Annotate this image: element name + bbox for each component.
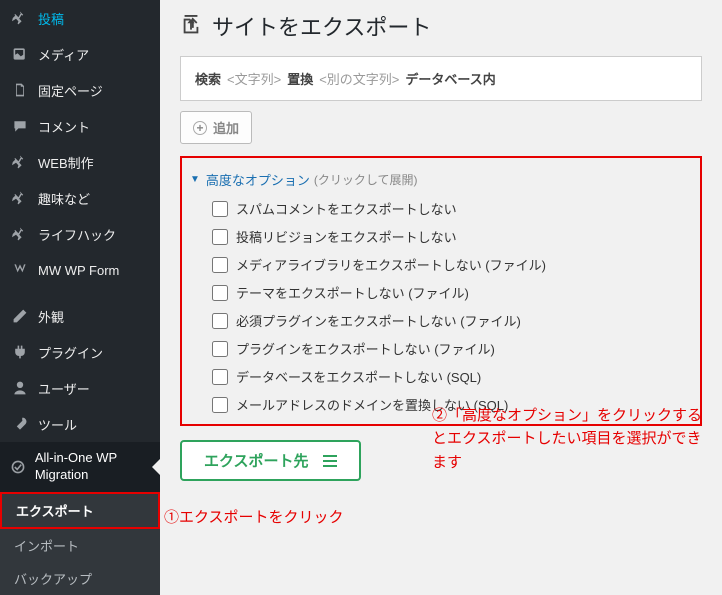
opt-post-revisions[interactable]: 投稿リビジョンをエクスポートしない	[212, 227, 688, 246]
in-db-label: データベース内	[405, 69, 495, 88]
sidebar-item-label: コメント	[38, 117, 90, 136]
sidebar-item-mwwpform[interactable]: MW WP Form	[0, 252, 160, 288]
find-placeholder[interactable]: <文字列>	[227, 69, 281, 88]
export-icon	[180, 15, 202, 37]
sidebar-item-label: メディア	[38, 45, 89, 64]
export-to-label: エクスポート先	[204, 450, 309, 471]
opt-checkbox[interactable]	[212, 369, 228, 385]
admin-sidebar: 投稿 メディア 固定ページ コメント WEB制作 趣味など ライフハック MW …	[0, 0, 160, 589]
sidebar-item-pages[interactable]: 固定ページ	[0, 72, 160, 108]
page-title-text: サイトをエクスポート	[212, 10, 431, 42]
plus-icon: +	[193, 121, 207, 135]
sidebar-item-posts[interactable]: 投稿	[0, 0, 160, 36]
opt-checkbox[interactable]	[212, 313, 228, 329]
tool-icon	[10, 414, 30, 434]
add-button-label: 追加	[213, 118, 239, 137]
sidebar-item-plugins[interactable]: プラグイン	[0, 334, 160, 370]
sidebar-item-label: プラグイン	[38, 343, 103, 362]
pin-icon	[10, 152, 30, 172]
pin-icon	[10, 188, 30, 208]
opt-label: テーマをエクスポートしない (ファイル)	[236, 283, 469, 302]
brush-icon	[10, 306, 30, 326]
advanced-options-toggle[interactable]: ▼ 高度なオプション (クリックして展開)	[190, 168, 688, 199]
submenu-item-backup[interactable]: バックアップ	[0, 562, 160, 595]
replace-placeholder[interactable]: <別の文字列>	[319, 69, 399, 88]
opt-checkbox[interactable]	[212, 257, 228, 273]
find-label: 検索	[195, 69, 221, 88]
sidebar-submenu: エクスポート インポート バックアップ	[0, 492, 160, 595]
hamburger-icon	[323, 455, 337, 467]
annotation-2: ②「高度なオプション」をクリックするとエクスポートしたい項目を選択ができます	[432, 404, 710, 474]
user-icon	[10, 378, 30, 398]
export-to-button[interactable]: エクスポート先	[180, 440, 361, 481]
opt-database[interactable]: データベースをエクスポートしない (SQL)	[212, 367, 688, 386]
comment-icon	[10, 116, 30, 136]
submenu-label: バックアップ	[14, 572, 92, 587]
sidebar-item-label: WEB制作	[38, 153, 94, 172]
opt-media-library[interactable]: メディアライブラリをエクスポートしない (ファイル)	[212, 255, 688, 274]
opt-checkbox[interactable]	[212, 285, 228, 301]
pin-icon	[10, 224, 30, 244]
media-icon	[10, 44, 30, 64]
sidebar-item-label: 固定ページ	[38, 81, 103, 100]
opt-label: データベースをエクスポートしない (SQL)	[236, 367, 481, 386]
advanced-options-list: スパムコメントをエクスポートしない 投稿リビジョンをエクスポートしない メディア…	[190, 199, 688, 414]
page-title: サイトをエクスポート	[180, 0, 702, 56]
migration-icon	[10, 457, 27, 477]
annotation-1: ①エクスポートをクリック	[164, 506, 344, 527]
sidebar-item-web[interactable]: WEB制作	[0, 144, 160, 180]
sidebar-item-users[interactable]: ユーザー	[0, 370, 160, 406]
sidebar-item-label: 投稿	[38, 9, 64, 28]
opt-checkbox[interactable]	[212, 341, 228, 357]
opt-plugins[interactable]: プラグインをエクスポートしない (ファイル)	[212, 339, 688, 358]
submenu-label: エクスポート	[16, 504, 94, 519]
sidebar-item-label: MW WP Form	[38, 263, 119, 278]
opt-mu-plugins[interactable]: 必須プラグインをエクスポートしない (ファイル)	[212, 311, 688, 330]
sidebar-item-label: ユーザー	[38, 379, 90, 398]
plugin-icon	[10, 342, 30, 362]
opt-label: メディアライブラリをエクスポートしない (ファイル)	[236, 255, 546, 274]
advanced-options-title: 高度なオプション	[206, 170, 310, 189]
opt-themes[interactable]: テーマをエクスポートしない (ファイル)	[212, 283, 688, 302]
sidebar-item-label: 外観	[38, 307, 64, 326]
sidebar-item-media[interactable]: メディア	[0, 36, 160, 72]
advanced-options-hint: (クリックして展開)	[314, 171, 418, 188]
opt-label: プラグインをエクスポートしない (ファイル)	[236, 339, 495, 358]
replace-label: 置換	[287, 69, 313, 88]
sidebar-item-label: ライフハック	[38, 225, 116, 244]
main-panel: サイトをエクスポート 検索 <文字列> 置換 <別の文字列> データベース内 +…	[160, 0, 722, 589]
sidebar-item-lifehack[interactable]: ライフハック	[0, 216, 160, 252]
opt-checkbox[interactable]	[212, 201, 228, 217]
advanced-options-box: ▼ 高度なオプション (クリックして展開) スパムコメントをエクスポートしない …	[180, 156, 702, 426]
opt-spam-comments[interactable]: スパムコメントをエクスポートしない	[212, 199, 688, 218]
find-replace-row: 検索 <文字列> 置換 <別の文字列> データベース内	[180, 56, 702, 101]
opt-checkbox[interactable]	[212, 397, 228, 413]
sidebar-item-label: ツール	[38, 415, 77, 434]
sidebar-item-label: 趣味など	[38, 189, 90, 208]
sidebar-item-appearance[interactable]: 外観	[0, 298, 160, 334]
submenu-item-export[interactable]: エクスポート	[0, 492, 160, 529]
opt-label: 必須プラグインをエクスポートしない (ファイル)	[236, 311, 521, 330]
opt-checkbox[interactable]	[212, 229, 228, 245]
opt-label: 投稿リビジョンをエクスポートしない	[236, 227, 457, 246]
opt-label: スパムコメントをエクスポートしない	[236, 199, 457, 218]
sidebar-item-tools[interactable]: ツール	[0, 406, 160, 442]
submenu-label: インポート	[14, 539, 79, 554]
sidebar-item-hobby[interactable]: 趣味など	[0, 180, 160, 216]
submenu-item-import[interactable]: インポート	[0, 529, 160, 562]
pin-icon	[10, 8, 30, 28]
triangle-down-icon: ▼	[190, 174, 200, 185]
sidebar-item-migration[interactable]: All-in-One WP Migration	[0, 442, 160, 492]
page-icon	[10, 80, 30, 100]
add-button[interactable]: + 追加	[180, 111, 252, 144]
sidebar-item-comments[interactable]: コメント	[0, 108, 160, 144]
form-icon	[10, 260, 30, 280]
sidebar-item-label: All-in-One WP Migration	[35, 450, 152, 484]
